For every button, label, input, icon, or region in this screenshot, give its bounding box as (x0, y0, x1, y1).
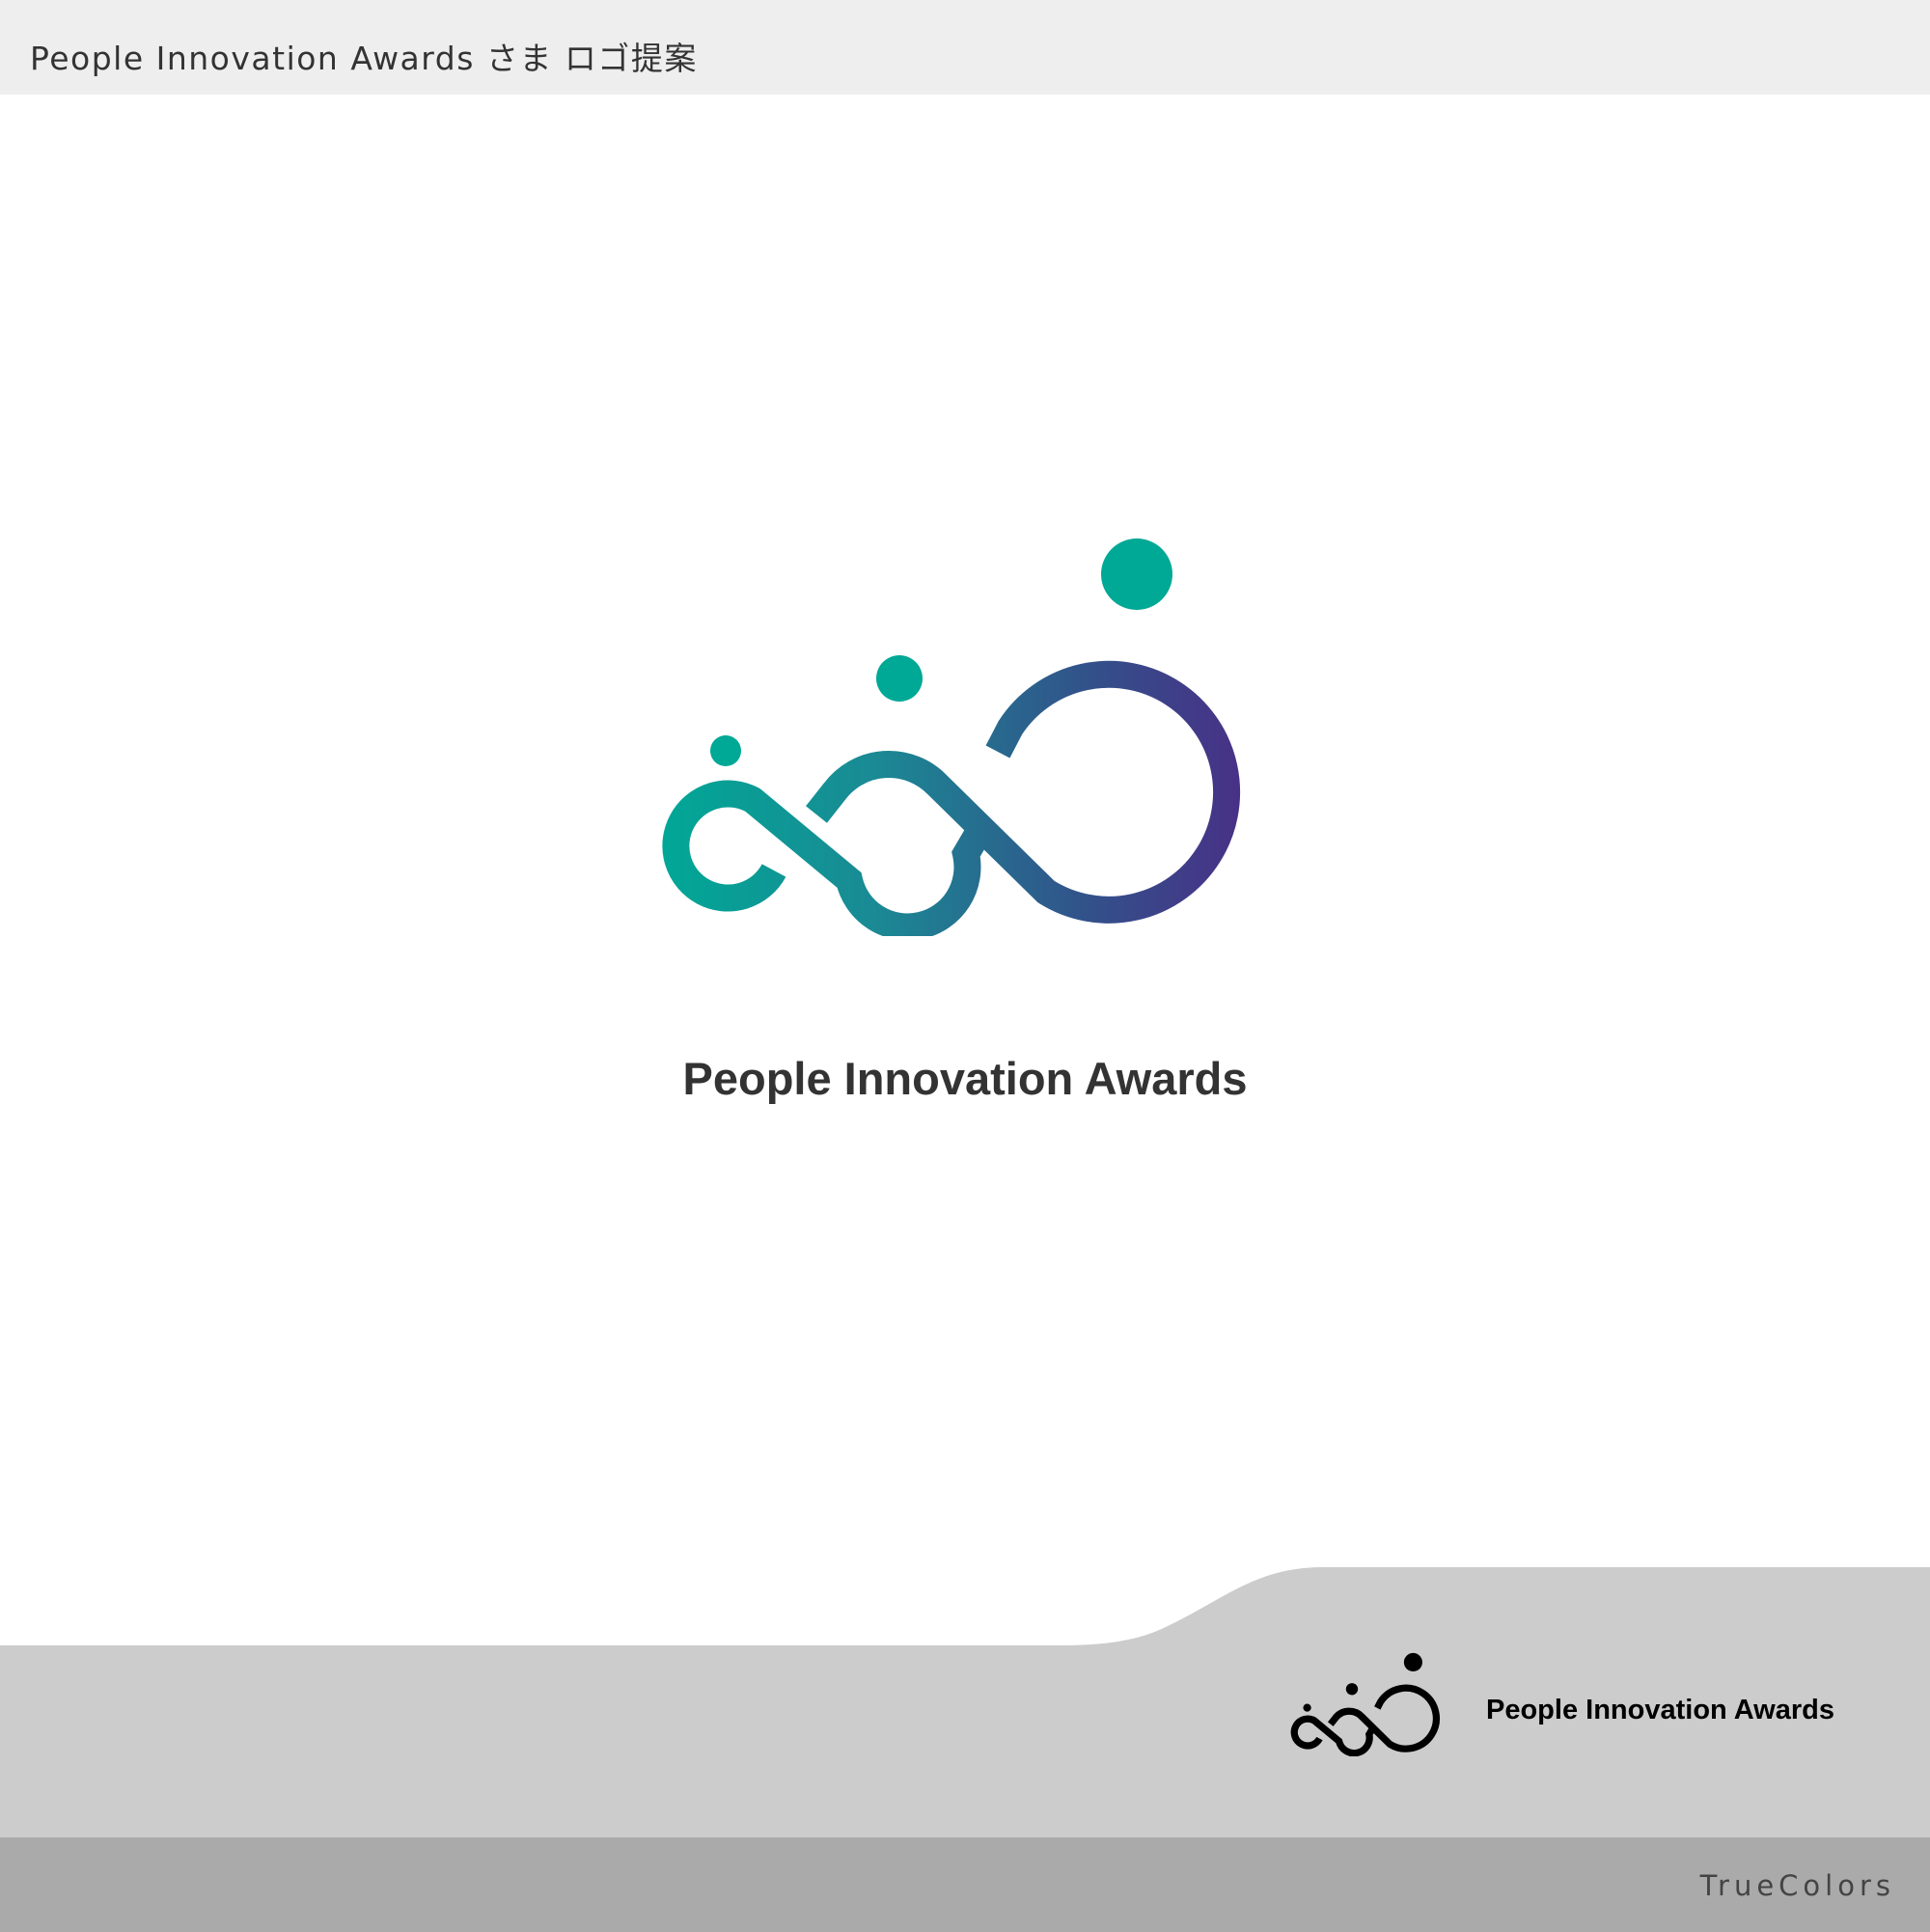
footer-logo-icon (1290, 1652, 1440, 1756)
logo-strokes (662, 660, 1241, 936)
credit-label: TrueColors (1699, 1869, 1895, 1902)
header-title: People Innovation Awards さま ロゴ提案 (30, 40, 698, 77)
head-medium (876, 655, 923, 702)
main-wordmark: People Innovation Awards (682, 1053, 1248, 1104)
head-small (710, 735, 741, 766)
footer-wordmark: People Innovation Awards (1486, 1695, 1834, 1725)
footer-bar (0, 1837, 1930, 1932)
head-large (1101, 538, 1172, 610)
header-bar: People Innovation Awards さま ロゴ提案 (0, 0, 1930, 95)
people-innovation-logo-icon (662, 538, 1241, 936)
